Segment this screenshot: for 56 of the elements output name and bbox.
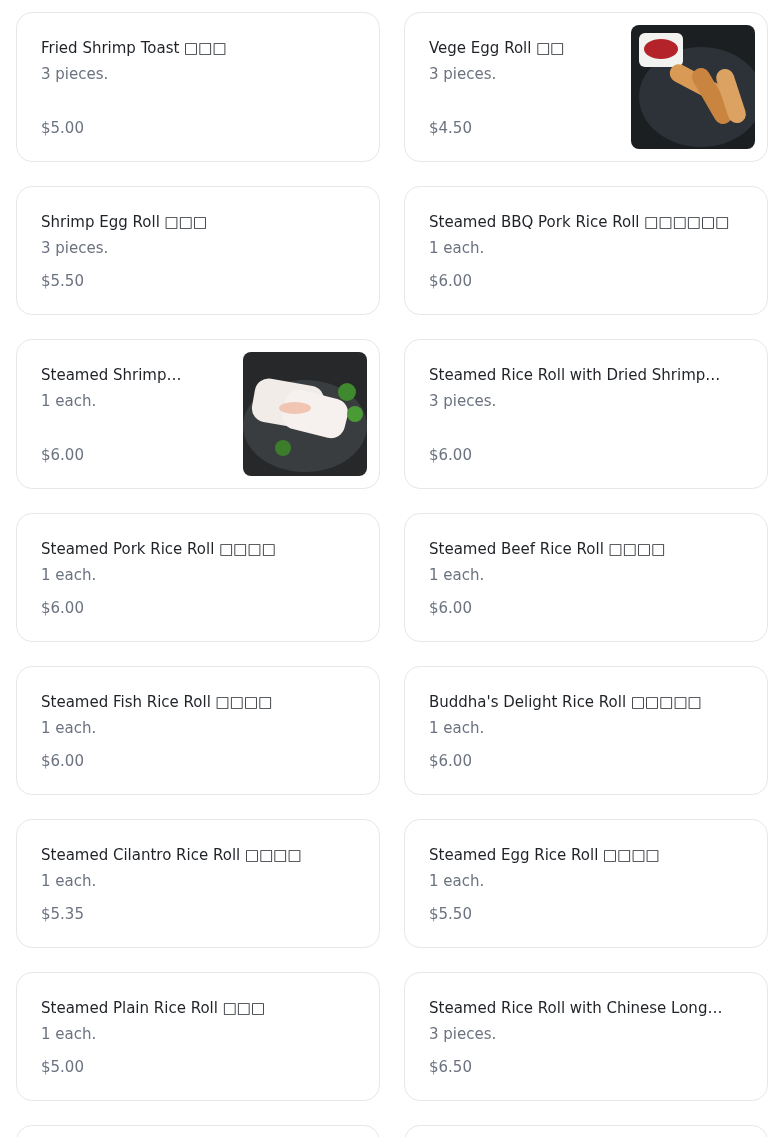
item-price: $6.00 <box>429 445 473 466</box>
menu-item-card[interactable]: Steamed Rice Roll with Chinese Long… 3 pieces. $6.50 <box>404 972 768 1101</box>
item-description: 1 each. <box>429 238 486 259</box>
item-name: Steamed Plain Rice Roll □□□ <box>41 998 267 1019</box>
item-description: 1 each. <box>41 871 98 892</box>
menu-item-card[interactable]: Steamed Cilantro Rice Roll □□□□ 1 each. $5.35 <box>16 819 380 948</box>
item-price: $5.00 <box>41 1057 85 1078</box>
item-price: $4.50 <box>429 118 473 139</box>
item-price: $6.50 <box>429 1057 473 1078</box>
item-price: $5.35 <box>41 904 85 925</box>
item-name: Steamed Beef Rice Roll □□□□ <box>429 539 667 560</box>
item-name: Steamed BBQ Pork Rice Roll □□□□□□ <box>429 212 731 233</box>
item-price: $5.50 <box>429 904 473 925</box>
menu-item-card[interactable]: Steamed Egg Rice Roll □□□□ 1 each. $5.50 <box>404 819 768 948</box>
menu-item-card[interactable]: Steamed Fish Rice Roll □□□□ 1 each. $6.00 <box>16 666 380 795</box>
item-name: Steamed Rice Roll with Dried Shrimp… <box>429 365 722 386</box>
menu-item-card[interactable]: Fried Shrimp Toast □□□ 3 pieces. $5.00 <box>16 12 380 162</box>
item-name: Steamed Rice Roll with Chinese Long… <box>429 998 724 1019</box>
item-description: 3 pieces. <box>429 64 498 85</box>
menu-item-card[interactable]: Shrimp Egg Roll □□□ 3 pieces. $5.50 <box>16 186 380 315</box>
item-name: Vege Egg Roll □□ <box>429 38 566 59</box>
item-description: 3 pieces. <box>429 391 498 412</box>
item-name: Steamed Pork Rice Roll □□□□ <box>41 539 277 560</box>
item-price: $5.00 <box>41 118 85 139</box>
item-description: 1 each. <box>429 565 486 586</box>
menu-item-card[interactable]: Steamed Pork Rice Roll □□□□ 1 each. $6.00 <box>16 513 380 642</box>
item-name: Shrimp Egg Roll □□□ <box>41 212 209 233</box>
item-name: Steamed Egg Rice Roll □□□□ <box>429 845 661 866</box>
item-name: Steamed Fish Rice Roll □□□□ <box>41 692 274 713</box>
item-name: Steamed Shrimp… <box>41 365 183 386</box>
menu-item-card[interactable]: Steamed Rice Roll with Dried Shrimp… 3 pieces. $6.00 <box>404 339 768 489</box>
menu-item-card[interactable]: Steamed Beef Rice Roll □□□□ 1 each. $6.00 <box>404 513 768 642</box>
item-description: 3 pieces. <box>429 1024 498 1045</box>
item-description: 1 each. <box>41 1024 98 1045</box>
item-name: Fried Shrimp Toast □□□ <box>41 38 228 59</box>
item-description: 1 each. <box>41 718 98 739</box>
menu-item-card[interactable]: Steamed Plain Rice Roll □□□ 1 each. $5.00 <box>16 972 380 1101</box>
menu-item-card[interactable]: Buddha's Delight Rice Roll □□□□□ 1 each. $6.00 <box>404 666 768 795</box>
item-price: $6.00 <box>41 751 85 772</box>
item-description: 1 each. <box>429 718 486 739</box>
item-price: $6.00 <box>41 445 85 466</box>
menu-item-card[interactable]: Steamed BBQ Pork Rice Roll □□□□□□ 1 each. $6.00 <box>404 186 768 315</box>
item-price: $6.00 <box>41 598 85 619</box>
item-description: 1 each. <box>41 565 98 586</box>
item-description: 1 each. <box>41 391 98 412</box>
item-price: $6.00 <box>429 751 473 772</box>
item-price: $6.00 <box>429 598 473 619</box>
item-description: 1 each. <box>429 871 486 892</box>
menu-item-card[interactable]: Steamed Shrimp… 1 each. $6.00 <box>16 339 380 489</box>
item-price: $5.50 <box>41 271 85 292</box>
item-description: 3 pieces. <box>41 64 110 85</box>
menu-item-card[interactable]: Vege Egg Roll □□ 3 pieces. $4.50 <box>404 12 768 162</box>
item-name: Buddha's Delight Rice Roll □□□□□ <box>429 692 703 713</box>
item-price: $6.00 <box>429 271 473 292</box>
item-description: 3 pieces. <box>41 238 110 259</box>
item-name: Steamed Cilantro Rice Roll □□□□ <box>41 845 303 866</box>
